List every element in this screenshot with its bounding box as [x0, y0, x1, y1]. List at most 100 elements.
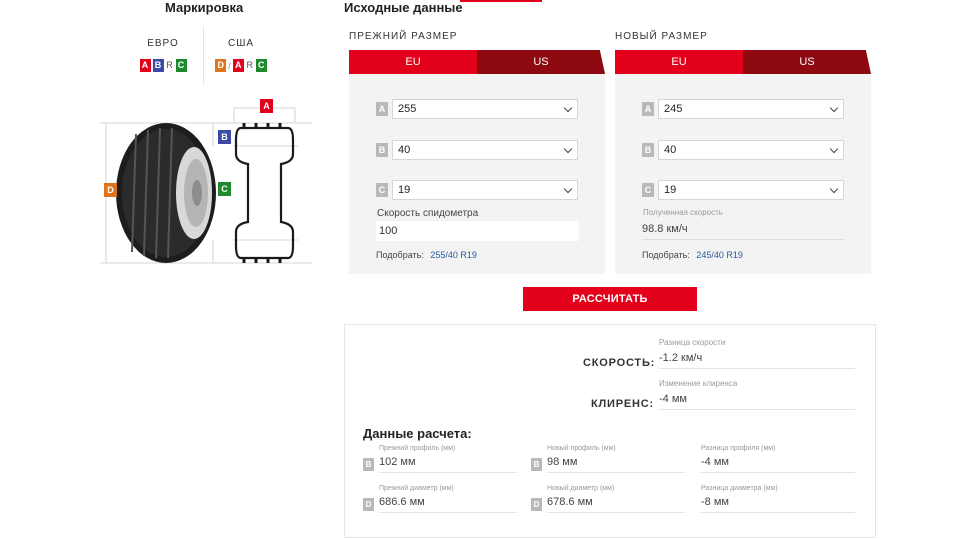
- tag-b: B: [363, 458, 374, 471]
- tire-calculator-page: Маркировка Исходные данные ЕВРО A B R C …: [0, 0, 960, 540]
- chevron-down-icon: [829, 103, 839, 113]
- new-width-select[interactable]: 245: [658, 99, 844, 119]
- usa-letters: D / A R C: [210, 59, 272, 72]
- letter-r: R: [246, 60, 254, 70]
- new-pick: Подобрать: 245/40 R19: [642, 250, 743, 260]
- letter-b-badge: B: [152, 59, 164, 72]
- tag-b: B: [531, 458, 542, 471]
- old-pick-link[interactable]: 255/40 R19: [430, 250, 477, 260]
- tire-diagram: A B C D: [96, 92, 316, 272]
- tab-eu[interactable]: EU: [349, 50, 477, 74]
- new-diameter-value: 678.6 мм: [547, 496, 685, 513]
- old-diameter-label: Прежний диаметр (мм): [379, 485, 454, 492]
- clearance-diff-label: Изменение клиренса: [659, 379, 738, 388]
- speed-diff-label: Разница скорости: [659, 338, 726, 347]
- letter-r: R: [166, 60, 173, 70]
- dimension-b-label: B: [218, 130, 231, 144]
- dimension-a-label: A: [260, 99, 273, 113]
- clearance-label: КЛИРЕНС:: [591, 398, 654, 410]
- profile-diff-value: -4 мм: [701, 456, 855, 473]
- chevron-down-icon: [829, 184, 839, 194]
- standards-divider: [203, 26, 204, 84]
- old-profile-value: 102 мм: [379, 456, 517, 473]
- new-width-value: 245: [664, 103, 683, 115]
- old-profile-select[interactable]: 40: [392, 140, 578, 160]
- usa-standard: США D / A R C: [210, 38, 272, 72]
- dimension-c-label: C: [218, 182, 231, 196]
- new-pick-link[interactable]: 245/40 R19: [696, 250, 743, 260]
- speed-diff-value: -1.2 км/ч: [659, 352, 855, 369]
- usa-title: США: [227, 38, 255, 49]
- old-pick-label: Подобрать:: [376, 250, 424, 260]
- tab-us[interactable]: US: [477, 50, 605, 74]
- euro-title: ЕВРО: [147, 38, 179, 49]
- chevron-down-icon: [563, 103, 573, 113]
- dimension-d-label: D: [104, 183, 117, 197]
- tire-illustration: [100, 107, 312, 264]
- old-diameter-value: 686.6 мм: [379, 496, 517, 513]
- diameter-diff-cell: Разница диаметра (мм) -8 мм: [701, 485, 855, 525]
- old-profile-label: Прежний профиль (мм): [379, 445, 456, 452]
- euro-letters: A B R C: [132, 59, 194, 72]
- new-size-tabs: EU US: [615, 50, 871, 74]
- chevron-down-icon: [563, 144, 573, 154]
- new-profile-select[interactable]: 40: [658, 140, 844, 160]
- marking-heading: Маркировка: [165, 0, 244, 15]
- new-pick-label: Подобрать:: [642, 250, 690, 260]
- new-rim-value: 19: [664, 184, 677, 196]
- new-diameter-label: Новый диаметр (мм): [547, 485, 615, 492]
- old-size-panel: EU US A 255 B 40 C 19 Скорость спидометр…: [349, 50, 605, 274]
- new-diameter-cell: Новый диаметр (мм) D 678.6 мм: [531, 485, 685, 525]
- speedometer-label: Скорость спидометра: [377, 208, 479, 219]
- tab-us[interactable]: US: [743, 50, 871, 74]
- new-profile-label: Новый профиль (мм): [547, 445, 616, 452]
- letter-a-badge: A: [232, 59, 244, 72]
- tag-d: D: [363, 498, 374, 511]
- letter-separator: /: [228, 60, 231, 71]
- euro-standard: ЕВРО A B R C: [132, 38, 194, 72]
- letter-c-badge: C: [175, 59, 187, 72]
- letter-d-badge: D: [215, 59, 227, 72]
- top-accent-line: [460, 0, 542, 2]
- profile-diff-label: Разница профиля (мм): [701, 445, 776, 452]
- chevron-down-icon: [829, 144, 839, 154]
- tag-b: B: [376, 143, 388, 157]
- new-profile-value: 40: [664, 144, 677, 156]
- old-size-tabs: EU US: [349, 50, 605, 74]
- old-rim-value: 19: [398, 184, 411, 196]
- diameter-diff-value: -8 мм: [701, 496, 855, 513]
- speedometer-input[interactable]: [376, 221, 579, 241]
- speed-label: СКОРОСТЬ:: [583, 357, 656, 369]
- chevron-down-icon: [563, 184, 573, 194]
- new-size-title: НОВЫЙ РАЗМЕР: [615, 31, 708, 42]
- new-rim-select[interactable]: 19: [658, 180, 844, 200]
- letter-a-badge: A: [139, 59, 151, 72]
- old-pick: Подобрать: 255/40 R19: [376, 250, 477, 260]
- tag-d: D: [531, 498, 542, 511]
- source-data-heading: Исходные данные: [344, 0, 463, 15]
- calculate-button[interactable]: РАССЧИТАТЬ: [523, 287, 697, 311]
- received-speed-label: Полученная скорость: [643, 208, 723, 217]
- calc-data-title: Данные расчета:: [363, 426, 472, 441]
- old-rim-select[interactable]: 19: [392, 180, 578, 200]
- old-profile-cell: Прежний профиль (мм) B 102 мм: [363, 445, 517, 485]
- received-speed-value: 98.8 км/ч: [642, 223, 845, 240]
- new-size-panel: EU US A 245 B 40 C 19 Полученная скорост…: [615, 50, 871, 274]
- old-size-title: ПРЕЖНИЙ РАЗМЕР: [349, 31, 458, 42]
- clearance-diff-value: -4 мм: [659, 393, 855, 410]
- tab-eu[interactable]: EU: [615, 50, 743, 74]
- old-profile-value: 40: [398, 144, 411, 156]
- profile-diff-cell: Разница профиля (мм) -4 мм: [701, 445, 855, 485]
- tag-c: C: [642, 183, 654, 197]
- tag-b: B: [642, 143, 654, 157]
- old-diameter-cell: Прежний диаметр (мм) D 686.6 мм: [363, 485, 517, 525]
- tag-c: C: [376, 183, 388, 197]
- tag-a: A: [642, 102, 654, 116]
- letter-c-badge: C: [255, 59, 267, 72]
- old-width-value: 255: [398, 103, 417, 115]
- new-profile-cell: Новый профиль (мм) B 98 мм: [531, 445, 685, 485]
- old-width-select[interactable]: 255: [392, 99, 578, 119]
- tag-a: A: [376, 102, 388, 116]
- diameter-diff-label: Разница диаметра (мм): [701, 485, 778, 492]
- result-panel: СКОРОСТЬ: Разница скорости -1.2 км/ч КЛИ…: [344, 324, 876, 538]
